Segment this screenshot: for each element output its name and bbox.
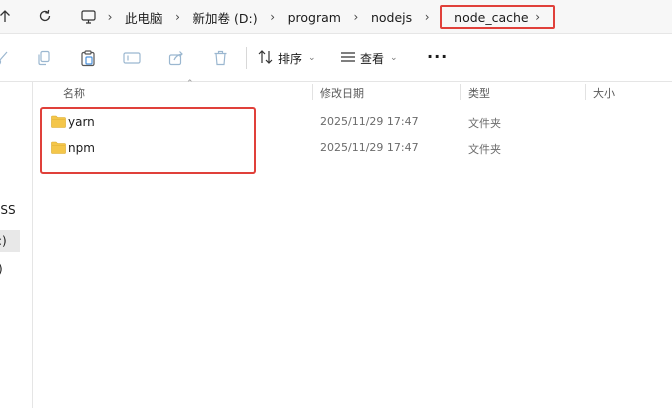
chevron-down-icon: ⌄ bbox=[390, 53, 398, 63]
column-divider[interactable] bbox=[312, 84, 313, 100]
breadcrumb-item-node-cache[interactable]: node_cache bbox=[454, 10, 528, 25]
chevron-down-icon: ⌄ bbox=[308, 53, 316, 63]
column-name[interactable]: 名称 bbox=[63, 85, 85, 101]
more-options-button[interactable]: ··· bbox=[427, 47, 448, 66]
nav-item-fragment[interactable]: ) bbox=[0, 262, 3, 276]
sort-icon bbox=[258, 49, 274, 67]
cut-icon[interactable] bbox=[0, 48, 12, 68]
refresh-icon[interactable] bbox=[34, 6, 56, 26]
file-type: 文件夹 bbox=[468, 117, 501, 130]
breadcrumb-item-drive-d[interactable]: 新加卷 (D:) bbox=[189, 8, 262, 27]
column-size[interactable]: 大小 bbox=[593, 85, 615, 101]
chevron-right-icon[interactable]: › bbox=[345, 10, 367, 24]
up-arrow-icon[interactable] bbox=[0, 6, 16, 26]
column-type[interactable]: 类型 bbox=[468, 85, 490, 101]
file-type: 文件夹 bbox=[468, 143, 501, 156]
chevron-right-icon[interactable]: › bbox=[529, 10, 547, 24]
sort-label: 排序 bbox=[278, 51, 303, 66]
nav-item-fragment: :) bbox=[0, 234, 7, 248]
view-button[interactable]: 查看 ⌄ bbox=[340, 45, 398, 71]
breadcrumb-item-nodejs[interactable]: nodejs bbox=[367, 10, 416, 25]
column-header: ⌃ 名称 修改日期 类型 大小 bbox=[36, 79, 672, 102]
annotation-highlight-box bbox=[40, 107, 256, 174]
breadcrumb-item-this-pc[interactable]: 此电脑 bbox=[121, 8, 167, 27]
file-modified: 2025/11/29 17:47 bbox=[320, 115, 419, 128]
share-icon[interactable] bbox=[166, 48, 186, 68]
chevron-right-icon[interactable]: › bbox=[262, 10, 284, 24]
address-bar: › 此电脑 › 新加卷 (D:) › program › nodejs › no… bbox=[0, 0, 672, 34]
command-bar: 排序 ⌄ 查看 ⌄ ··· bbox=[0, 34, 672, 82]
nav-item-fragment[interactable]: -SS bbox=[0, 203, 16, 217]
delete-icon[interactable] bbox=[210, 48, 230, 68]
column-divider[interactable] bbox=[460, 84, 461, 100]
chevron-right-icon[interactable]: › bbox=[99, 10, 121, 24]
breadcrumb-current-highlight: node_cache › bbox=[440, 5, 555, 29]
chevron-right-icon[interactable]: › bbox=[416, 10, 438, 24]
rename-icon[interactable] bbox=[122, 48, 142, 68]
navigation-pane: -SS :) ) bbox=[0, 82, 33, 408]
breadcrumb: › 此电脑 › 新加卷 (D:) › program › nodejs › no… bbox=[77, 0, 555, 34]
column-modified[interactable]: 修改日期 bbox=[320, 85, 364, 101]
nav-item-selected[interactable]: :) bbox=[0, 230, 20, 252]
toolbar-divider bbox=[246, 47, 247, 69]
this-pc-icon[interactable] bbox=[77, 7, 99, 27]
breadcrumb-item-program[interactable]: program bbox=[284, 10, 345, 25]
sort-caret-icon: ⌃ bbox=[186, 79, 194, 89]
column-divider[interactable] bbox=[585, 84, 586, 100]
file-modified: 2025/11/29 17:47 bbox=[320, 141, 419, 154]
paste-icon[interactable] bbox=[78, 48, 98, 68]
copy-icon[interactable] bbox=[34, 48, 54, 68]
sort-button[interactable]: 排序 ⌄ bbox=[258, 45, 316, 71]
view-list-icon bbox=[340, 50, 356, 67]
view-label: 查看 bbox=[360, 51, 385, 66]
chevron-right-icon[interactable]: › bbox=[167, 10, 189, 24]
